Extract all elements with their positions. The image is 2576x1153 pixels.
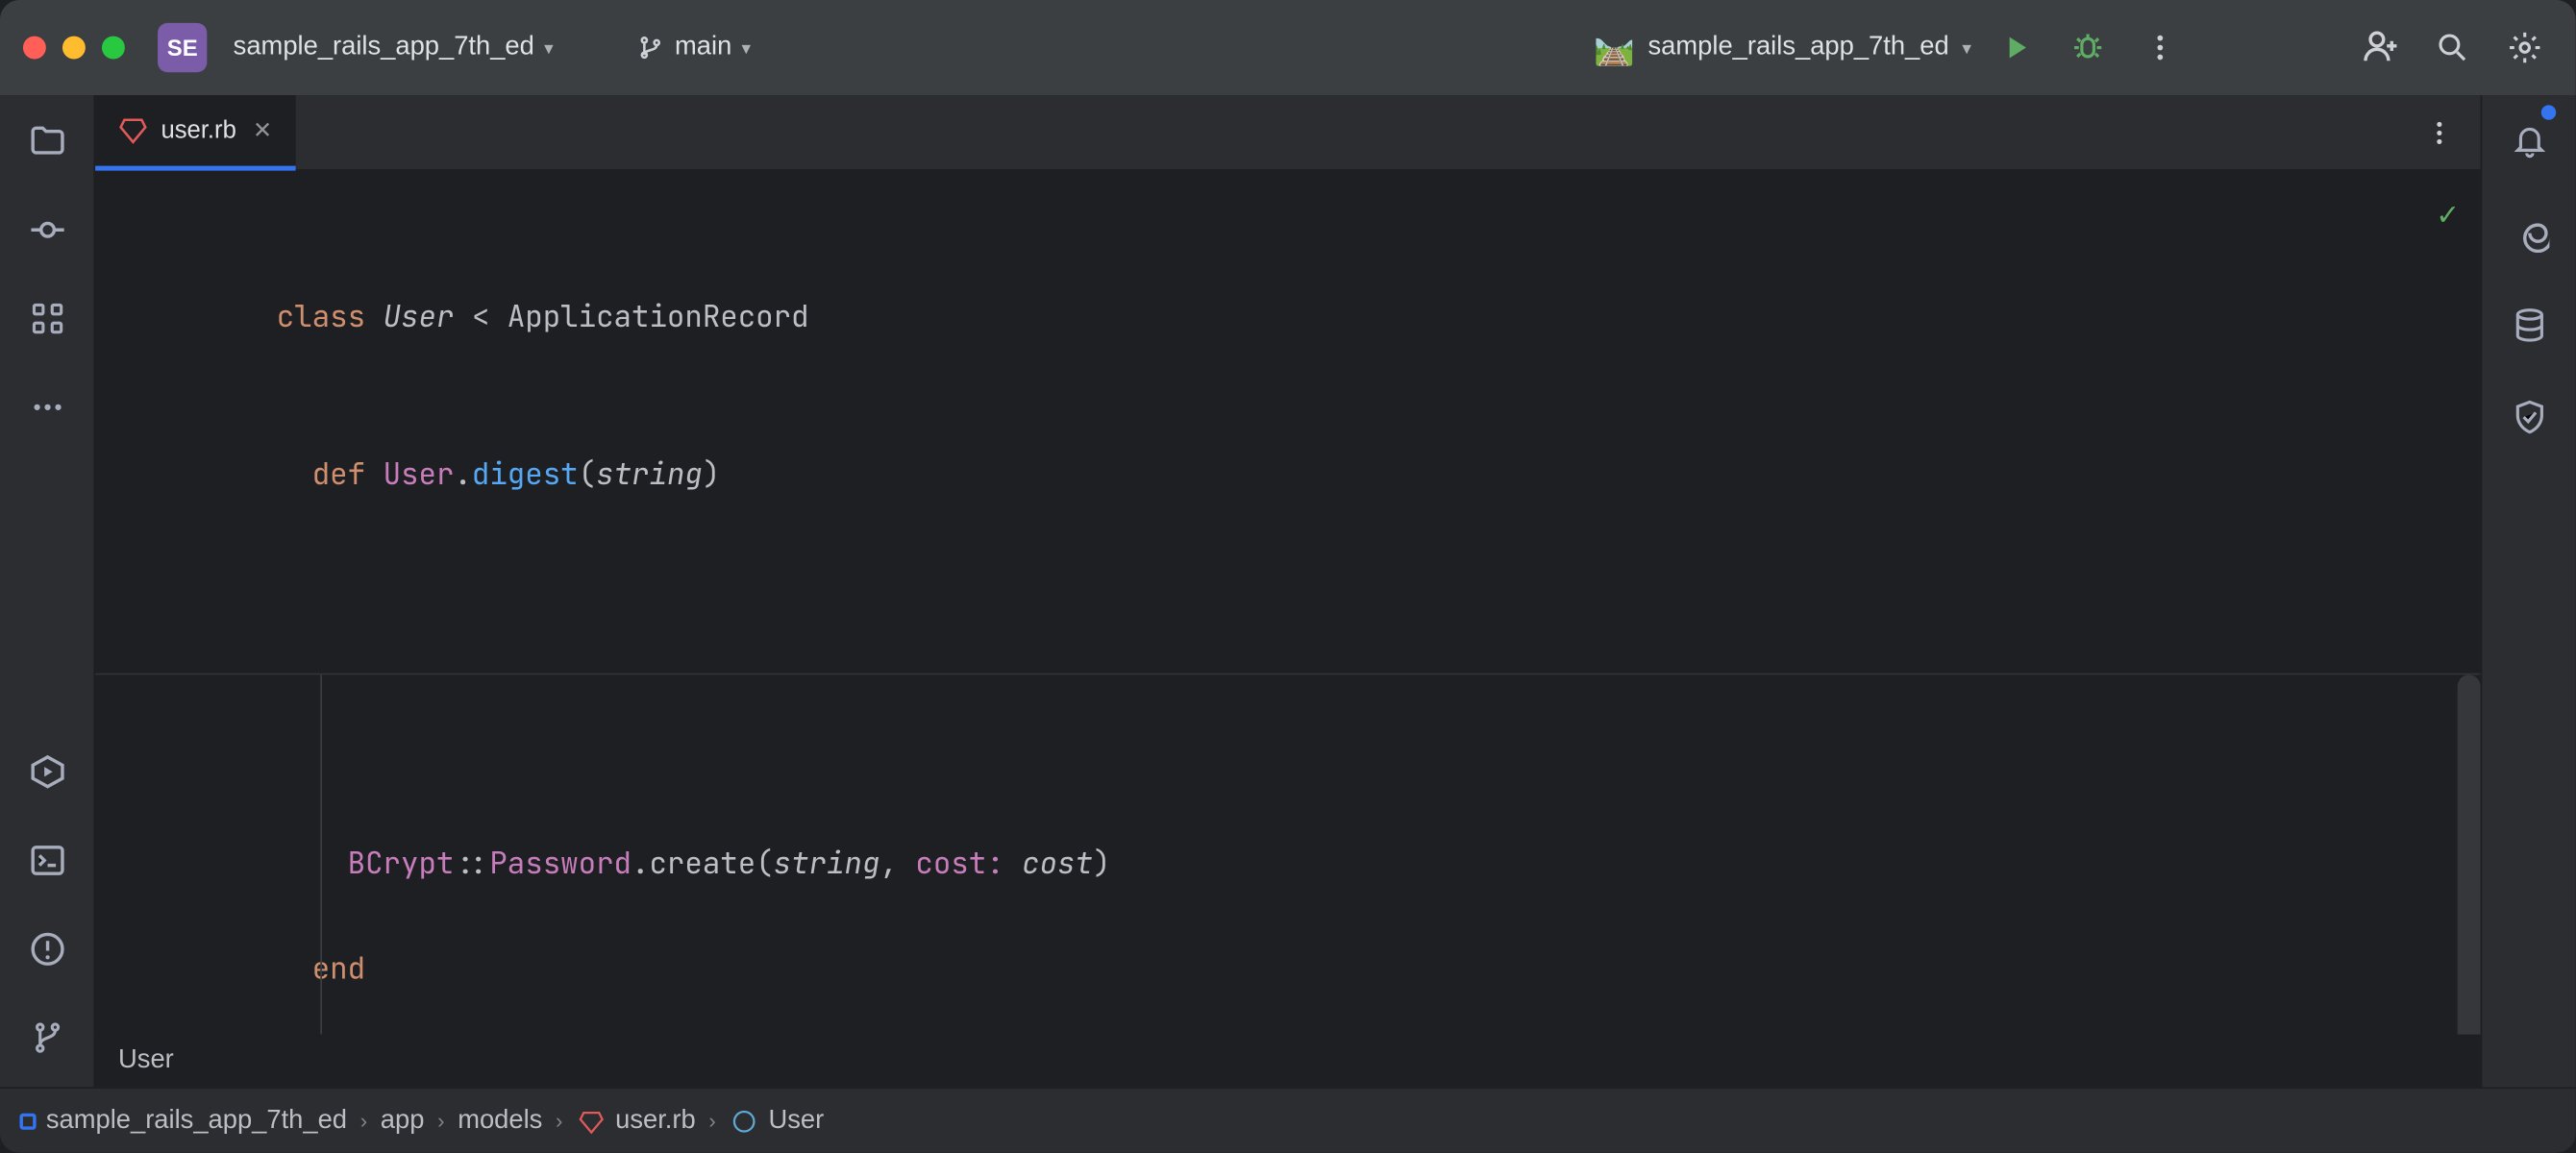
debug-button[interactable]	[2060, 20, 2116, 76]
vcs-branch-selector[interactable]: main ▾	[626, 26, 761, 68]
chevron-right-icon: ›	[556, 1109, 562, 1134]
inspection-ok-icon[interactable]: ✓	[2438, 187, 2458, 240]
project-tool-button[interactable]	[17, 111, 77, 171]
database-tool-button[interactable]	[2499, 296, 2559, 356]
traffic-lights	[23, 37, 125, 60]
settings-button[interactable]	[2497, 20, 2553, 76]
navigation-breadcrumb: sample_rails_app_7th_ed › app › models ›…	[0, 1087, 2576, 1152]
kebab-icon	[2424, 117, 2454, 147]
editor-tab-bar: user.rb ✕	[95, 95, 2480, 171]
gear-icon	[2507, 30, 2543, 66]
database-icon	[2511, 307, 2547, 344]
run-config-selector[interactable]: 🛤️ sample_rails_app_7th_ed ▾	[1594, 27, 1971, 68]
project-name-label: sample_rails_app_7th_ed	[234, 33, 534, 62]
ai-assistant-button[interactable]	[2499, 204, 2559, 263]
breadcrumb-item[interactable]: User	[730, 1106, 825, 1136]
chevron-right-icon: ›	[708, 1109, 715, 1134]
breadcrumb-item[interactable]: user.rb	[576, 1106, 696, 1136]
coverage-tool-button[interactable]	[2499, 387, 2559, 447]
terminal-icon	[27, 841, 66, 880]
tab-label: user.rb	[161, 115, 235, 143]
right-tool-rail	[2481, 95, 2576, 1087]
breadcrumb-item[interactable]: models	[458, 1106, 542, 1136]
spiral-icon	[2509, 213, 2548, 253]
editor-status-line: User	[95, 1035, 2480, 1088]
left-tool-rail	[0, 95, 95, 1087]
problems-tool-button[interactable]	[17, 920, 77, 979]
git-icon	[29, 1019, 65, 1056]
branch-icon	[635, 33, 665, 62]
vcs-tool-button[interactable]	[17, 1008, 77, 1067]
commit-tool-button[interactable]	[17, 200, 77, 259]
tab-options-button[interactable]	[2412, 105, 2467, 160]
ruby-file-icon	[118, 115, 148, 145]
ruby-file-icon	[576, 1106, 606, 1136]
shield-icon	[2511, 399, 2547, 435]
run-button[interactable]	[1988, 20, 2043, 76]
folder-icon	[27, 121, 66, 160]
more-actions-button[interactable]	[2132, 20, 2188, 76]
titlebar: SE sample_rails_app_7th_ed ▾ main ▾ 🛤️ s…	[0, 0, 2576, 95]
run-tool-button[interactable]	[17, 742, 77, 801]
project-root-icon	[20, 1113, 37, 1129]
search-button[interactable]	[2424, 20, 2480, 76]
search-icon	[2435, 30, 2471, 66]
breadcrumb-item[interactable]: sample_rails_app_7th_ed	[20, 1106, 348, 1136]
rails-icon: 🛤️	[1594, 27, 1635, 68]
maximize-window-button[interactable]	[102, 37, 125, 60]
chevron-down-icon: ▾	[1962, 37, 1970, 58]
close-tab-button[interactable]: ✕	[253, 115, 272, 143]
minimize-window-button[interactable]	[62, 37, 86, 60]
bell-icon	[2511, 123, 2547, 159]
sticky-scroll-header[interactable]: class User < ApplicationRecord def User.…	[95, 171, 2480, 675]
ellipsis-icon	[29, 389, 65, 426]
breadcrumb-item[interactable]: app	[381, 1106, 425, 1136]
code-classname: User	[384, 299, 455, 336]
close-window-button[interactable]	[23, 37, 46, 60]
more-tools-button[interactable]	[17, 378, 77, 437]
terminal-tool-button[interactable]	[17, 831, 77, 891]
notifications-button[interactable]	[2499, 111, 2559, 171]
code-keyword: class	[277, 299, 384, 336]
chevron-right-icon: ›	[437, 1109, 444, 1134]
kebab-icon	[2143, 31, 2176, 63]
person-add-icon	[2361, 28, 2400, 67]
commit-icon	[27, 210, 66, 250]
notification-dot	[2541, 105, 2556, 119]
branch-name-label: main	[675, 33, 731, 62]
bug-icon	[2069, 30, 2106, 66]
current-symbol-label: User	[118, 1046, 174, 1076]
structure-icon	[29, 301, 65, 337]
vertical-scrollbar[interactable]	[2458, 675, 2481, 1034]
project-selector[interactable]: sample_rails_app_7th_ed ▾	[223, 26, 562, 68]
code-editor[interactable]: BCrypt::Password.create(string, cost: co…	[95, 675, 2480, 1034]
editor-tab-user-rb[interactable]: user.rb ✕	[95, 94, 295, 170]
play-outline-icon	[27, 752, 66, 792]
run-config-label: sample_rails_app_7th_ed	[1648, 33, 1949, 62]
project-badge[interactable]: SE	[158, 23, 207, 72]
chevron-right-icon: ›	[360, 1109, 367, 1134]
indent-guide	[320, 675, 322, 1034]
structure-tool-button[interactable]	[17, 289, 77, 349]
chevron-down-icon: ▾	[544, 37, 553, 58]
code-with-me-button[interactable]	[2352, 20, 2408, 76]
chevron-down-icon: ▾	[742, 37, 751, 58]
class-icon	[730, 1106, 759, 1136]
warning-circle-icon	[27, 929, 66, 969]
